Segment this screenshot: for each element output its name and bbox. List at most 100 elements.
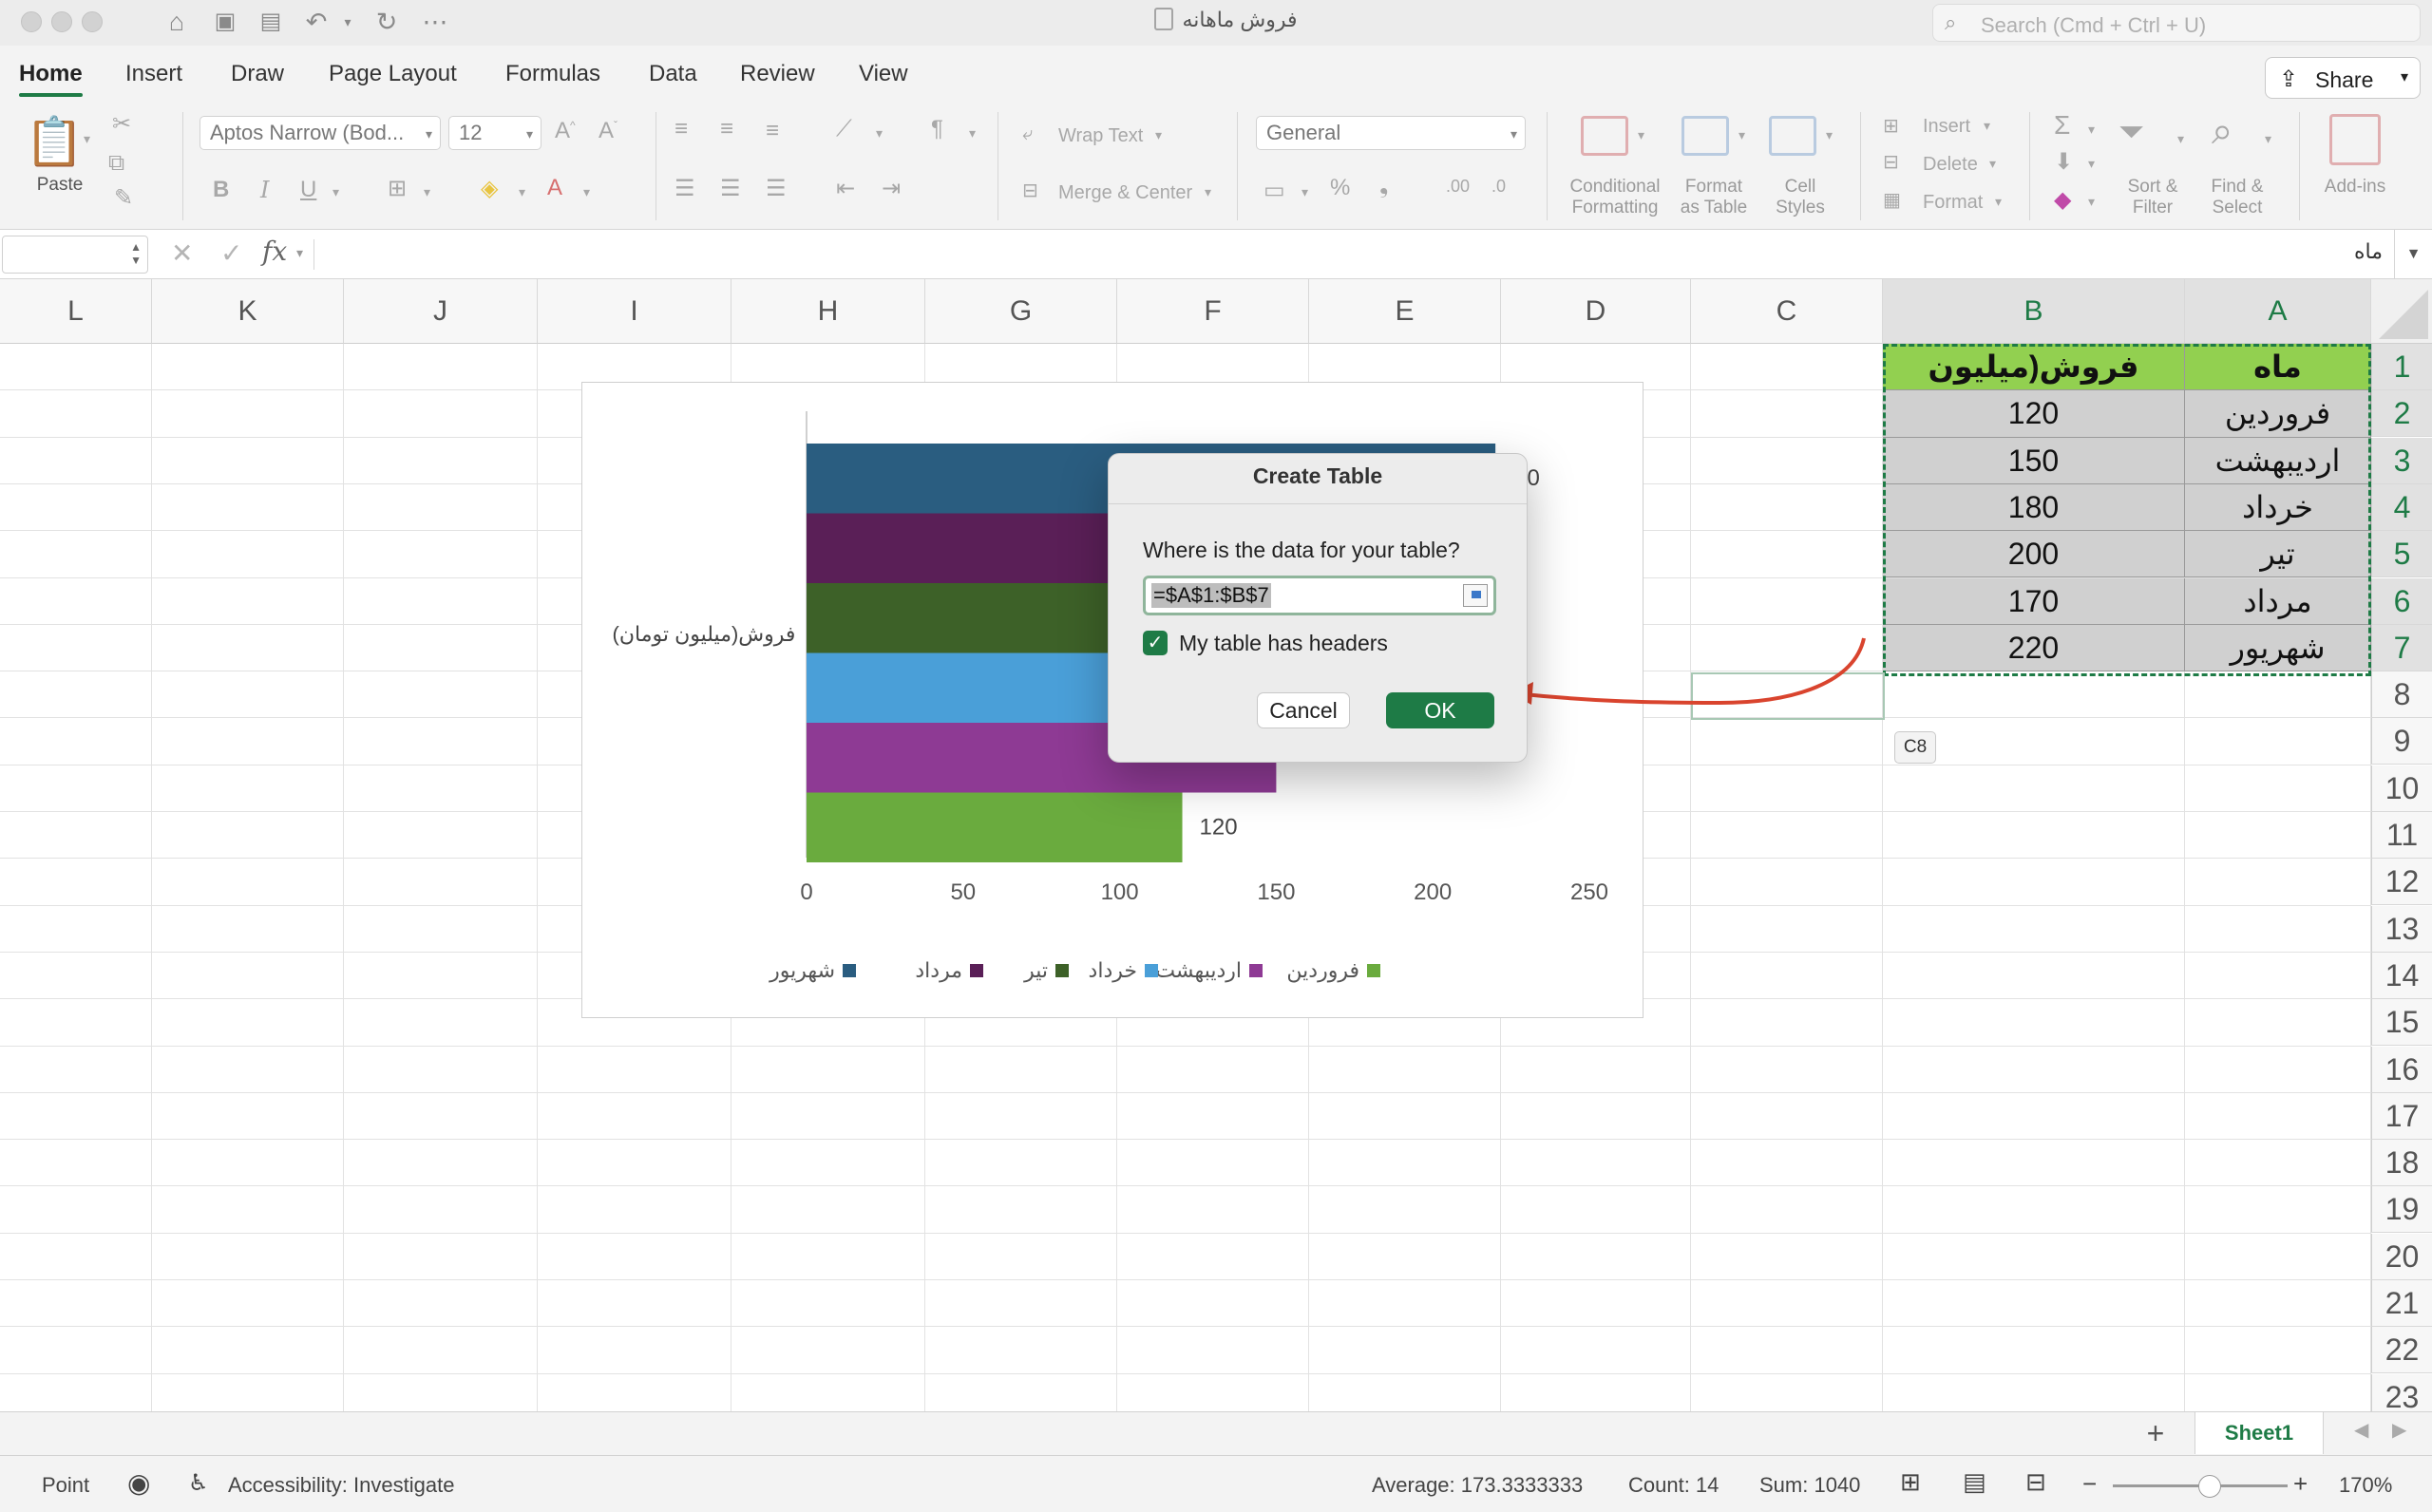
fill-chevron-icon[interactable]: ▾ (2088, 156, 2095, 172)
align-middle-icon[interactable]: ≡ (720, 116, 733, 142)
row-header-1[interactable]: 1 (2371, 344, 2432, 390)
paste-chevron-icon[interactable]: ▾ (84, 131, 90, 147)
autosum-icon[interactable]: Σ (2054, 110, 2070, 141)
merge-center-icon[interactable]: ⊟ (1022, 179, 1038, 202)
name-box[interactable]: ▲ ▼ (2, 236, 148, 274)
row-header-8[interactable]: 8 (2371, 671, 2432, 719)
fill-chevron-icon[interactable]: ▾ (519, 184, 525, 200)
scroll-sheets-left-icon[interactable]: ◀ (2354, 1418, 2368, 1442)
wrap-text-icon[interactable]: ⤶ (1022, 123, 1033, 145)
borders-icon[interactable]: ⊞ (388, 175, 407, 202)
macro-record-icon[interactable]: ◉ (127, 1467, 150, 1499)
row-header-18[interactable]: 18 (2371, 1140, 2432, 1187)
conditional-formatting-chevron-icon[interactable]: ▾ (1638, 127, 1644, 143)
font-size-select[interactable]: 12 ▾ (448, 116, 542, 150)
minimize-window-button[interactable] (51, 11, 72, 32)
comma-style-icon[interactable]: ❟ (1379, 173, 1388, 199)
add-sheet-button[interactable]: + (2132, 1414, 2179, 1452)
row-header-10[interactable]: 10 (2371, 765, 2432, 812)
accessibility-status[interactable]: Accessibility: Investigate (228, 1473, 454, 1498)
clear-chevron-icon[interactable]: ▾ (2088, 194, 2095, 210)
format-as-table-chevron-icon[interactable]: ▾ (1738, 127, 1745, 143)
ok-button[interactable]: OK (1386, 692, 1494, 728)
search-box[interactable]: ⌕ Search (Cmd + Ctrl + U) (1932, 4, 2421, 42)
tab-page-layout[interactable]: Page Layout (329, 61, 457, 87)
expand-formula-bar-icon[interactable]: ▼ (2394, 230, 2432, 279)
sort-filter-button[interactable]: Sort & Filter (2115, 177, 2191, 218)
share-button[interactable]: ⇪ Share ▾ (2265, 57, 2421, 99)
cell-styles-button[interactable]: Cell Styles (1769, 177, 1832, 218)
sort-filter-icon[interactable]: ⏷ (2118, 114, 2144, 151)
find-select-icon[interactable]: ⌕ (2212, 110, 2232, 153)
font-name-select[interactable]: Aptos Narrow (Bod... ▾ (200, 116, 441, 150)
direction-chevron-icon[interactable]: ▾ (969, 125, 976, 142)
column-header-g[interactable]: G (925, 279, 1117, 344)
headers-checkbox-label[interactable]: My table has headers (1179, 631, 1388, 656)
add-ins-button[interactable]: Add-ins (2314, 177, 2396, 198)
column-header-j[interactable]: J (344, 279, 538, 344)
worksheet-grid[interactable]: LKJIHGFEDCBA 1 2 3 4 5 6 7 8 9 10 11 12 13 14 15 16 17 18… (0, 279, 2432, 1411)
direction-icon[interactable]: ¶ (931, 116, 943, 142)
tab-data[interactable]: Data (649, 61, 697, 87)
find-select-chevron-icon[interactable]: ▾ (2265, 131, 2271, 147)
merge-center-button[interactable]: Merge & Center (1058, 182, 1192, 204)
column-header-f[interactable]: F (1117, 279, 1309, 344)
format-cells-icon[interactable]: ▦ (1883, 188, 1901, 212)
font-color-chevron-icon[interactable]: ▾ (583, 184, 590, 200)
column-header-l[interactable]: L (0, 279, 152, 344)
decrease-font-size-icon[interactable]: Aˇ (598, 118, 618, 144)
enter-formula-icon[interactable]: ✓ (220, 237, 242, 269)
cut-icon[interactable]: ✂ (112, 110, 131, 138)
column-header-i[interactable]: I (538, 279, 732, 344)
more-icon[interactable]: ⋯ (418, 6, 452, 38)
copy-icon[interactable]: ⧉ (108, 150, 124, 177)
increase-font-size-icon[interactable]: A^ (555, 118, 576, 144)
cancel-button[interactable]: Cancel (1257, 692, 1350, 728)
sort-filter-chevron-icon[interactable]: ▾ (2177, 131, 2184, 147)
format-chevron-icon[interactable]: ▾ (1995, 194, 2002, 210)
conditional-formatting-icon[interactable] (1581, 116, 1628, 156)
add-ins-icon[interactable] (2329, 114, 2381, 165)
row-header-22[interactable]: 22 (2371, 1327, 2432, 1374)
paste-icon[interactable]: 📋 (25, 114, 84, 170)
delete-cells-icon[interactable]: ⊟ (1883, 150, 1899, 174)
name-box-stepper-icon[interactable]: ▲ ▼ (130, 240, 142, 267)
delete-chevron-icon[interactable]: ▾ (1989, 156, 1996, 172)
format-painter-icon[interactable]: ✎ (114, 184, 133, 212)
font-color-icon[interactable]: A (547, 175, 562, 201)
row-header-23[interactable]: 23 (2371, 1373, 2432, 1411)
close-window-button[interactable] (21, 11, 42, 32)
redo-icon[interactable]: ↻ (372, 6, 401, 38)
row-header-4[interactable]: 4 (2371, 483, 2432, 531)
align-left-icon[interactable]: ☰ (674, 175, 695, 202)
cancel-formula-icon[interactable]: ✕ (171, 237, 193, 269)
delete-cells-button[interactable]: Delete (1923, 154, 1978, 176)
format-as-table-button[interactable]: Format as Table (1674, 177, 1754, 218)
insert-cells-button[interactable]: Insert (1923, 116, 1970, 138)
row-header-7[interactable]: 7 (2371, 624, 2432, 671)
accounting-chevron-icon[interactable]: ▾ (1302, 184, 1308, 200)
scroll-sheets-right-icon[interactable]: ▶ (2392, 1418, 2406, 1442)
borders-chevron-icon[interactable]: ▾ (424, 184, 430, 200)
save-icon[interactable]: ▣ (211, 6, 239, 38)
row-header-20[interactable]: 20 (2371, 1233, 2432, 1280)
row-header-11[interactable]: 11 (2371, 812, 2432, 859)
column-header-e[interactable]: E (1309, 279, 1501, 344)
fx-chevron-icon[interactable]: ▾ (296, 245, 303, 261)
tab-draw[interactable]: Draw (231, 61, 284, 87)
decrease-indent-icon[interactable]: ⇤ (836, 175, 855, 202)
row-header-14[interactable]: 14 (2371, 952, 2432, 999)
accessibility-icon[interactable]: ♿ (188, 1469, 209, 1497)
zoom-level[interactable]: 170% (2339, 1473, 2392, 1498)
tab-formulas[interactable]: Formulas (505, 61, 600, 87)
wrap-text-chevron-icon[interactable]: ▾ (1155, 127, 1162, 143)
zoom-out-button[interactable]: − (2082, 1469, 2097, 1499)
fill-icon[interactable]: ⬇ (2054, 148, 2073, 176)
accounting-format-icon[interactable]: ▭ (1264, 177, 1285, 204)
home-icon[interactable]: ⌂ (160, 6, 194, 38)
zoom-in-button[interactable]: + (2293, 1469, 2308, 1499)
row-header-17[interactable]: 17 (2371, 1092, 2432, 1140)
formula-input[interactable]: ماه (2354, 239, 2383, 264)
bold-icon[interactable]: B (213, 177, 229, 203)
italic-icon[interactable]: I (260, 177, 269, 203)
